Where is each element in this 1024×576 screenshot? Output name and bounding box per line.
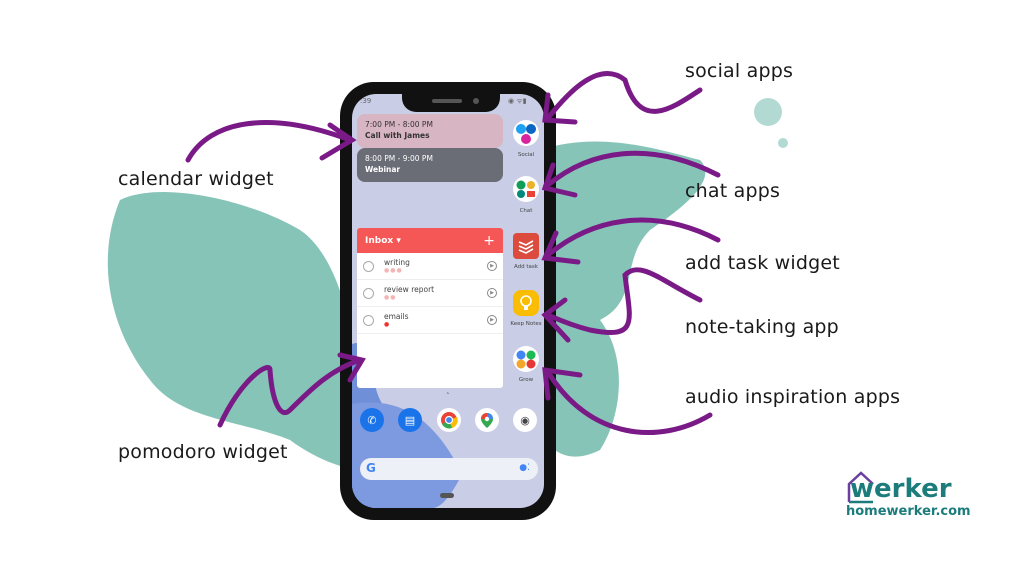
social-apps-label: social apps [685, 60, 794, 82]
pomodoro-dots: ●● [384, 294, 397, 301]
event-time: 8:00 PM - 9:00 PM [365, 154, 433, 163]
status-time: :39 [360, 97, 372, 105]
event-title: Webinar [365, 165, 401, 174]
event-time: 7:00 PM - 8:00 PM [365, 120, 433, 129]
logo-wordmark: werker [850, 474, 952, 504]
pomodoro-dots: ● [384, 321, 391, 328]
inbox-dropdown[interactable]: Inbox ▾ [365, 236, 401, 246]
todo-item[interactable]: writing ●●● ▶ [357, 253, 503, 280]
side-app-label: Grow [518, 377, 534, 383]
todo-item[interactable]: emails ● ▶ [357, 307, 503, 334]
todo-item-name: review report [384, 285, 435, 294]
logo-url: homewerker.com [846, 504, 971, 519]
play-icon[interactable]: ▶ [487, 288, 497, 298]
note-taking-app-label: note-taking app [685, 316, 839, 338]
play-icon[interactable]: ▶ [487, 315, 497, 325]
chat-folder-icon[interactable] [513, 176, 539, 202]
checkbox[interactable] [363, 260, 374, 272]
side-app-label: Chat [519, 208, 533, 214]
chrome-icon[interactable] [437, 408, 461, 432]
add-task-widget-label: add task widget [685, 252, 840, 274]
todo-widget: Inbox ▾ + writing ●●● ▶ review report ●● ▶… [357, 228, 503, 388]
camera-icon[interactable]: ◉ [513, 408, 537, 432]
pomodoro-widget-label: pomodoro widget [118, 441, 288, 463]
speaker [432, 99, 462, 103]
side-app-label: Social [517, 152, 535, 158]
checkbox[interactable] [363, 314, 374, 326]
social-folder-icon[interactable] [513, 120, 539, 146]
calendar-widget-label: calendar widget [118, 168, 274, 190]
calendar-event[interactable]: 8:00 PM - 9:00 PM Webinar [357, 148, 503, 182]
status-icons: ◉ ᯤ▮ [508, 97, 527, 105]
checkbox[interactable] [363, 287, 374, 299]
google-logo-icon: G [366, 461, 376, 475]
side-app-label: Add task [514, 264, 538, 270]
maps-icon[interactable] [475, 408, 499, 432]
todo-item-name: writing [384, 258, 410, 267]
pomodoro-dots: ●●● [384, 267, 403, 274]
event-title: Call with James [365, 131, 430, 140]
lightbulb-icon[interactable] [513, 290, 539, 316]
audio-inspiration-apps-label: audio inspiration apps [685, 386, 901, 408]
grow-folder-icon[interactable] [513, 346, 539, 372]
google-search-bar[interactable]: G ●⁚ [360, 458, 538, 480]
chat-apps-label: chat apps [685, 180, 781, 202]
phone-icon[interactable]: ✆ [360, 408, 384, 432]
play-icon[interactable]: ▶ [487, 261, 497, 271]
todo-item[interactable]: review report ●● ▶ [357, 280, 503, 307]
add-task-button[interactable]: + [483, 233, 495, 249]
side-app-label: Keep Notes [510, 321, 542, 327]
todoist-icon[interactable] [513, 233, 539, 259]
messages-icon[interactable]: ▤ [398, 408, 422, 432]
home-gesture-bar[interactable] [440, 493, 454, 498]
app-drawer-chevron-icon[interactable]: ˄ [446, 392, 450, 400]
assistant-icon[interactable]: ●⁚ [519, 463, 530, 473]
chevron-down-icon: ▾ [396, 235, 401, 246]
front-camera [473, 98, 479, 104]
todo-item-name: emails [384, 312, 409, 321]
calendar-event[interactable]: 7:00 PM - 8:00 PM Call with James [357, 114, 503, 148]
